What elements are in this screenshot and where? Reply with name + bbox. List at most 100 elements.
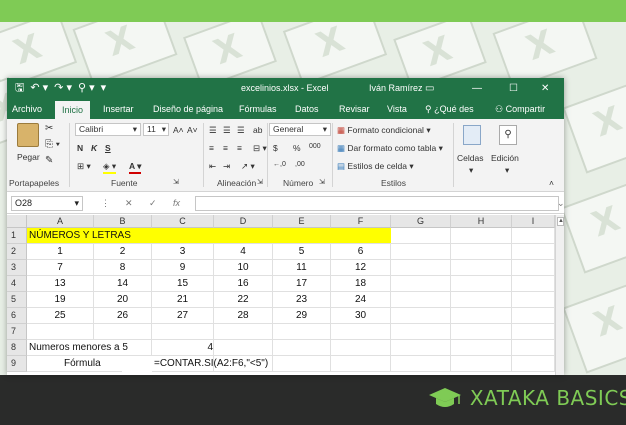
cell-i6[interactable] bbox=[512, 308, 555, 324]
cell-f1[interactable] bbox=[331, 228, 391, 244]
user-name[interactable]: Iván Ramírez bbox=[369, 78, 423, 99]
cell-i9[interactable] bbox=[512, 356, 555, 372]
cell-styles-button[interactable]: ▤ Estilos de celda ▾ bbox=[337, 161, 414, 172]
cell-c6[interactable]: 27 bbox=[152, 308, 214, 324]
cell-h1[interactable] bbox=[451, 228, 512, 244]
column-header-h[interactable]: H bbox=[451, 215, 512, 228]
cell-a5[interactable]: 19 bbox=[27, 292, 94, 308]
tab-formulas[interactable]: Fórmulas bbox=[239, 99, 277, 119]
cut-icon[interactable]: ✂ bbox=[45, 123, 53, 134]
cell-f9[interactable] bbox=[331, 356, 391, 372]
paste-icon[interactable] bbox=[17, 123, 39, 147]
increase-decimal-button[interactable]: ←,0 bbox=[273, 161, 286, 168]
align-middle-icon[interactable]: ☰ bbox=[223, 125, 231, 136]
fill-color-icon[interactable]: ◈ ▾ bbox=[103, 161, 117, 174]
cell-i1[interactable] bbox=[512, 228, 555, 244]
cell-b4[interactable]: 14 bbox=[94, 276, 152, 292]
row-header-6[interactable]: 6 bbox=[7, 308, 27, 324]
share-button[interactable]: ⚇ Compartir bbox=[495, 99, 545, 119]
cell-f6[interactable]: 30 bbox=[331, 308, 391, 324]
cell-a3[interactable]: 7 bbox=[27, 260, 94, 276]
cell-g6[interactable] bbox=[391, 308, 451, 324]
cell-i7[interactable] bbox=[512, 324, 555, 340]
cell-g5[interactable] bbox=[391, 292, 451, 308]
cell-g8[interactable] bbox=[391, 340, 451, 356]
cell-h9[interactable] bbox=[451, 356, 512, 372]
insert-function-icon[interactable]: fx bbox=[173, 196, 180, 211]
cell-c2[interactable]: 3 bbox=[152, 244, 214, 260]
column-header-e[interactable]: E bbox=[273, 215, 331, 228]
vertical-scrollbar[interactable]: ▲ bbox=[555, 215, 564, 375]
cell-c4[interactable]: 15 bbox=[152, 276, 214, 292]
cell-g3[interactable] bbox=[391, 260, 451, 276]
row-header-3[interactable]: 3 bbox=[7, 260, 27, 276]
cell-f2[interactable]: 6 bbox=[331, 244, 391, 260]
undo-icon[interactable]: ↶ ▾ bbox=[30, 78, 48, 99]
cell-d5[interactable]: 22 bbox=[214, 292, 273, 308]
cell-a1[interactable]: NÚMEROS Y LETRAS bbox=[27, 228, 131, 244]
underline-button[interactable]: S bbox=[105, 143, 111, 153]
cell-g9[interactable] bbox=[391, 356, 451, 372]
tab-diseno-pagina[interactable]: Diseño de página bbox=[153, 99, 223, 119]
tell-me-search[interactable]: ⚲ ¿Qué des bbox=[425, 99, 474, 119]
column-header-f[interactable]: F bbox=[331, 215, 391, 228]
row-header-2[interactable]: 2 bbox=[7, 244, 27, 260]
cell-f3[interactable]: 12 bbox=[331, 260, 391, 276]
tab-inicio[interactable]: Inicio bbox=[55, 101, 91, 119]
cell-h4[interactable] bbox=[451, 276, 512, 292]
row-header-7[interactable]: 7 bbox=[7, 324, 27, 340]
cell-d1[interactable] bbox=[214, 228, 273, 244]
select-all-corner[interactable] bbox=[7, 215, 27, 228]
tab-vista[interactable]: Vista bbox=[387, 99, 407, 119]
cell-a4[interactable]: 13 bbox=[27, 276, 94, 292]
cell-c1[interactable] bbox=[152, 228, 214, 244]
row-header-4[interactable]: 4 bbox=[7, 276, 27, 292]
column-header-a[interactable]: A bbox=[27, 215, 94, 228]
align-left-icon[interactable]: ≡ bbox=[209, 143, 214, 153]
column-header-c[interactable]: C bbox=[152, 215, 214, 228]
align-center-icon[interactable]: ≡ bbox=[223, 143, 228, 153]
dialog-launcher-icon[interactable]: ⇲ bbox=[319, 178, 325, 186]
cell-i3[interactable] bbox=[512, 260, 555, 276]
cell-i5[interactable] bbox=[512, 292, 555, 308]
cell-f7[interactable] bbox=[331, 324, 391, 340]
format-painter-icon[interactable]: ✎ bbox=[45, 155, 53, 166]
cell-h5[interactable] bbox=[451, 292, 512, 308]
cell-g1[interactable] bbox=[391, 228, 451, 244]
cell-b5[interactable]: 20 bbox=[94, 292, 152, 308]
cell-b6[interactable]: 26 bbox=[94, 308, 152, 324]
customize-toolbar-icon[interactable]: ▾ bbox=[101, 78, 107, 99]
row-header-9[interactable]: 9 bbox=[7, 356, 27, 372]
borders-icon[interactable]: ⊞ ▾ bbox=[77, 161, 91, 172]
cell-i2[interactable] bbox=[512, 244, 555, 260]
cell-c7[interactable] bbox=[152, 324, 214, 340]
cell-h7[interactable] bbox=[451, 324, 512, 340]
paste-button[interactable]: Pegar bbox=[17, 152, 40, 162]
column-header-i[interactable]: I bbox=[512, 215, 555, 228]
align-right-icon[interactable]: ≡ bbox=[237, 143, 242, 153]
italic-button[interactable]: K bbox=[91, 143, 97, 153]
formula-input[interactable] bbox=[195, 196, 559, 211]
font-size-box[interactable]: 11 ▾ bbox=[143, 123, 169, 136]
font-name-box[interactable]: Calibri ▾ bbox=[75, 123, 141, 136]
column-header-g[interactable]: G bbox=[391, 215, 451, 228]
cells-button[interactable]: Celdas bbox=[457, 153, 483, 163]
cell-b3[interactable]: 8 bbox=[94, 260, 152, 276]
cell-b9[interactable]: Fórmula bbox=[64, 356, 122, 372]
cell-d2[interactable]: 4 bbox=[214, 244, 273, 260]
maximize-button[interactable]: ☐ bbox=[509, 78, 518, 99]
cell-e6[interactable]: 29 bbox=[273, 308, 331, 324]
cell-a8[interactable]: Numeros menores a 5 bbox=[27, 340, 128, 356]
cell-d3[interactable]: 10 bbox=[214, 260, 273, 276]
align-top-icon[interactable]: ☰ bbox=[209, 125, 217, 136]
name-box[interactable]: O28 ▾ bbox=[11, 196, 83, 211]
cell-i4[interactable] bbox=[512, 276, 555, 292]
cancel-icon[interactable]: ✕ bbox=[125, 196, 133, 211]
cell-f5[interactable]: 24 bbox=[331, 292, 391, 308]
cell-e4[interactable]: 17 bbox=[273, 276, 331, 292]
cell-i8[interactable] bbox=[512, 340, 555, 356]
magnifier-icon[interactable]: ⚲ bbox=[499, 125, 517, 145]
cell-e9[interactable] bbox=[273, 356, 331, 372]
cell-f8[interactable] bbox=[331, 340, 391, 356]
cell-d4[interactable]: 16 bbox=[214, 276, 273, 292]
